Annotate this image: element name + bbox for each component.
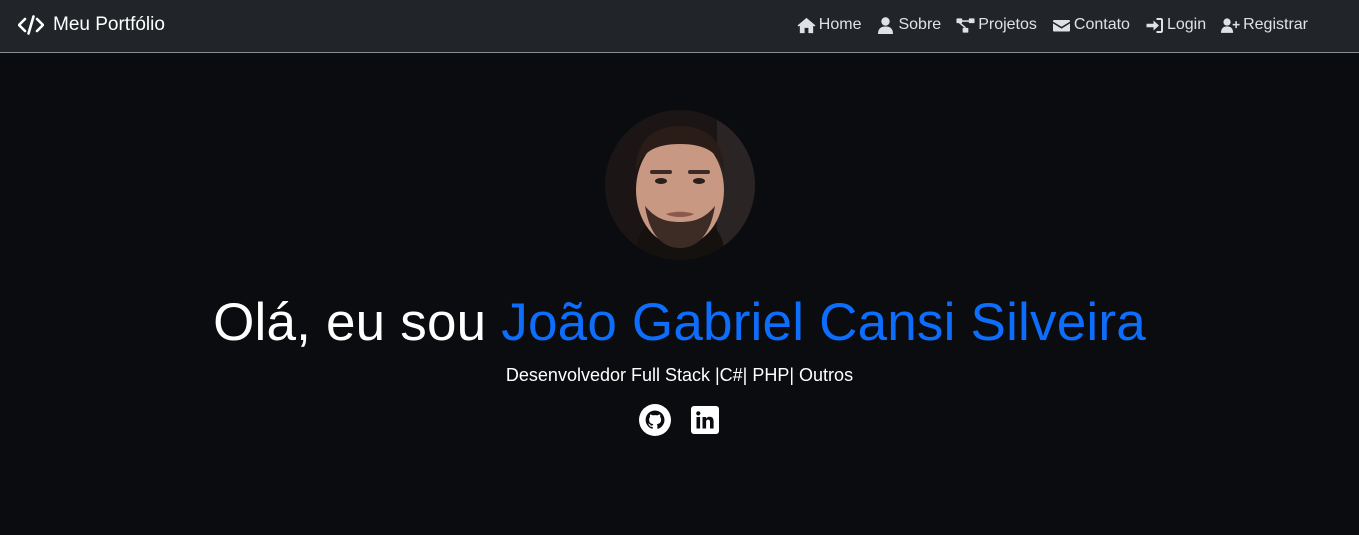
nav-item-home[interactable]: Home (797, 16, 862, 34)
nav-item-registrar[interactable]: Registrar (1221, 16, 1308, 34)
github-link[interactable] (638, 404, 671, 436)
nav-item-label: Projetos (978, 16, 1037, 33)
nav-item-label: Home (818, 16, 862, 33)
profile-photo (604, 110, 755, 260)
hero-section: Olá, eu sou João Gabriel Cansi Silveira … (0, 54, 1359, 535)
nav-item-label: Login (1166, 16, 1207, 33)
nav-item-login[interactable]: Login (1145, 16, 1206, 34)
brand-link[interactable]: Meu Portfólio (18, 14, 165, 36)
sign-in-icon (1146, 17, 1163, 33)
social-links (638, 404, 721, 436)
brand-label: Meu Portfólio (53, 14, 165, 35)
nav-item-projetos[interactable]: Projetos (956, 16, 1037, 34)
user-icon (878, 16, 894, 34)
linkedin-icon (690, 406, 719, 434)
linkedin-link[interactable] (689, 404, 721, 436)
envelope-icon (1052, 19, 1070, 31)
nav-item-label: Registrar (1243, 16, 1308, 33)
project-diagram-icon (956, 17, 975, 33)
profile-avatar (604, 110, 755, 260)
hero-name: João Gabriel Cansi Silveira (501, 293, 1146, 352)
nav-menu: Home Sobre Projetos Contato Login Regist… (797, 16, 1308, 34)
github-icon (638, 404, 671, 436)
nav-item-sobre[interactable]: Sobre (876, 16, 941, 34)
hero-subtitle: Desenvolvedor Full Stack |C#| PHP| Outro… (505, 365, 854, 385)
nav-item-label: Sobre (898, 16, 942, 33)
hero-headline: Olá, eu sou João Gabriel Cansi Silveira (213, 292, 1146, 353)
nav-item-contato[interactable]: Contato (1052, 16, 1130, 34)
user-plus-icon (1221, 17, 1240, 33)
greeting-text: Olá, eu sou (213, 293, 502, 352)
top-navbar: Meu Portfólio Home Sobre Projetos Contat… (0, 0, 1359, 53)
code-icon (18, 15, 44, 35)
nav-item-label: Contato (1073, 16, 1130, 33)
home-icon (797, 17, 816, 33)
